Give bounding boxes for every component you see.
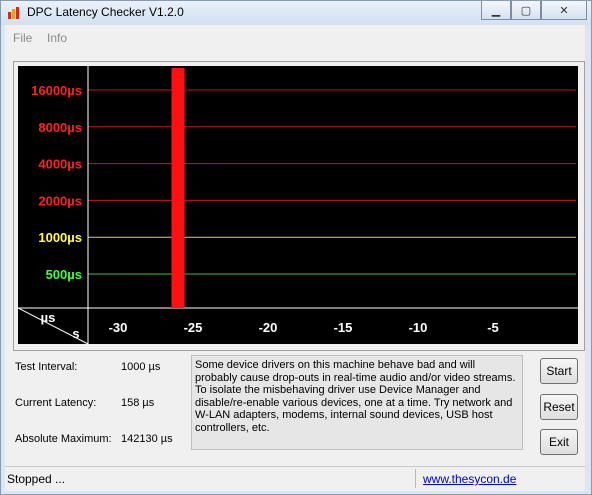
app-icon <box>8 7 19 19</box>
x-unit-label: s <box>72 326 79 341</box>
maximize-icon: ▢ <box>520 4 532 17</box>
y-tick-label: 16000µs <box>31 83 82 98</box>
window-title: DPC Latency Checker V1.2.0 <box>27 5 184 19</box>
status-bar: Stopped ... www.thesycon.de <box>5 466 585 491</box>
x-tick-label: -10 <box>409 320 428 335</box>
website-link[interactable]: www.thesycon.de <box>423 472 516 486</box>
reset-button[interactable]: Reset <box>540 394 578 420</box>
title-bar[interactable]: DPC Latency Checker V1.2.0 ▁ ▢ ✕ <box>1 1 591 25</box>
info-text-box: Some device drivers on this machine beha… <box>191 355 523 450</box>
status-divider <box>415 469 416 488</box>
y-tick-label: 4000µs <box>38 157 82 172</box>
x-tick-label: -25 <box>184 320 203 335</box>
minimize-icon: ▁ <box>491 4 501 17</box>
current-latency-value: 158 µs <box>121 397 155 409</box>
window-controls: ▁ ▢ ✕ <box>481 1 587 21</box>
close-icon: ✕ <box>559 4 569 17</box>
x-tick-label: -30 <box>109 320 128 335</box>
minimize-button[interactable]: ▁ <box>481 1 511 20</box>
menu-file[interactable]: File <box>13 31 32 45</box>
latency-chart-frame: 16000µs 8000µs 4000µs 2000µs 1000µs 500µs µs s -… <box>13 61 585 351</box>
test-interval-label: Test Interval: <box>15 361 78 373</box>
menu-info[interactable]: Info <box>47 31 67 45</box>
test-interval-value: 1000 µs <box>121 361 161 373</box>
latency-bar <box>171 68 185 308</box>
absolute-max-value: 142130 µs <box>121 433 173 445</box>
status-text: Stopped ... <box>7 472 66 486</box>
close-button[interactable]: ✕ <box>541 1 587 20</box>
exit-button[interactable]: Exit <box>540 429 578 455</box>
y-tick-label: 8000µs <box>38 120 82 135</box>
x-tick-label: -15 <box>334 320 353 335</box>
menu-bar: File Info <box>5 25 585 49</box>
app-window: DPC Latency Checker V1.2.0 ▁ ▢ ✕ File In… <box>0 0 592 495</box>
current-latency-label: Current Latency: <box>15 397 97 409</box>
x-tick-label: -20 <box>259 320 278 335</box>
x-tick-label: -5 <box>487 320 499 335</box>
client-area: File Info 16000µs 8000µs 4000µs 2000µs 1000µ… <box>5 25 585 491</box>
y-tick-label: 500µs <box>46 267 82 282</box>
chart-background <box>18 66 578 344</box>
y-unit-label: µs <box>41 310 56 325</box>
start-button[interactable]: Start <box>540 358 578 384</box>
y-tick-label: 2000µs <box>38 193 82 208</box>
absolute-max-label: Absolute Maximum: <box>15 433 112 445</box>
latency-chart: 16000µs 8000µs 4000µs 2000µs 1000µs 500µs µs s -… <box>18 66 578 344</box>
maximize-button[interactable]: ▢ <box>511 1 541 20</box>
y-tick-label: 1000µs <box>38 230 82 245</box>
